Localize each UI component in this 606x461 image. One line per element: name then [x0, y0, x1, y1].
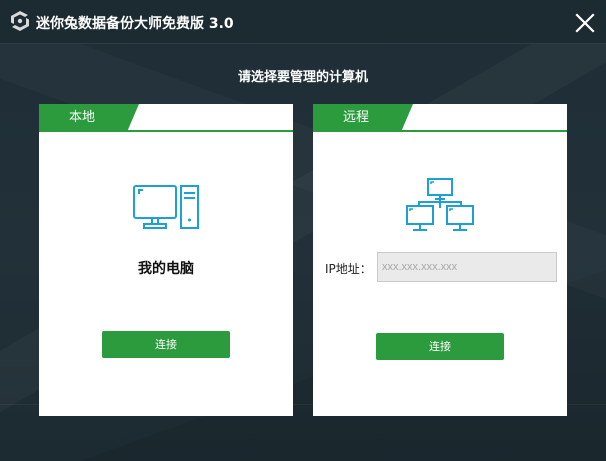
app-window: 迷你兔数据备份大师免费版 3.0 请选择要管理的计算机 本地 我的电脑 连接 远…	[0, 0, 606, 461]
remote-card-header: 远程	[313, 104, 567, 132]
ip-address-input[interactable]	[377, 252, 557, 282]
title-bar: 迷你兔数据备份大师免费版 3.0	[0, 0, 606, 44]
close-icon[interactable]	[574, 12, 596, 34]
local-card-header: 本地	[39, 104, 293, 132]
tab-remote: 远程	[313, 104, 413, 132]
remote-computer-card: 远程 IP地址： 连接	[313, 104, 567, 416]
my-computer-label: 我的电脑	[138, 261, 194, 277]
ip-address-row: IP地址：	[325, 252, 557, 282]
local-connect-button[interactable]: 连接	[102, 331, 230, 358]
select-computer-prompt: 请选择要管理的计算机	[237, 70, 368, 85]
app-logo-icon	[8, 9, 32, 33]
computer-icon	[132, 184, 202, 234]
window-title: 迷你兔数据备份大师免费版 3.0	[36, 16, 234, 32]
remote-connect-button[interactable]: 连接	[376, 333, 504, 360]
tab-local: 本地	[39, 104, 139, 132]
network-icon	[405, 178, 475, 234]
ip-address-label: IP地址：	[325, 262, 372, 276]
local-computer-card: 本地 我的电脑 连接	[39, 104, 293, 416]
footer-divider	[0, 404, 606, 405]
